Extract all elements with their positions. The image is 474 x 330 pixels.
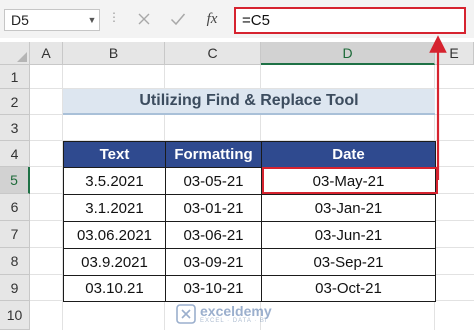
- cell-d9[interactable]: 03-Oct-21: [261, 275, 436, 302]
- table-header-row: Text Formatting Date: [63, 141, 436, 168]
- column-header-e[interactable]: E: [435, 42, 474, 65]
- function-icon: fx: [206, 10, 218, 27]
- cell-b9[interactable]: 03.10.21: [63, 275, 166, 302]
- data-table: Text Formatting Date 3.5.2021 03-05-21 0…: [63, 141, 436, 302]
- row-header-6[interactable]: 6: [0, 194, 30, 221]
- watermark-tagline: EXCEL · DATA · BI: [200, 318, 268, 324]
- table-row: 3.5.2021 03-05-21 03-May-21: [63, 167, 436, 195]
- cell-b5[interactable]: 3.5.2021: [63, 167, 166, 195]
- cell-c5[interactable]: 03-05-21: [165, 167, 262, 195]
- cell-d5[interactable]: 03-May-21: [261, 167, 436, 195]
- cell-c9[interactable]: 03-10-21: [165, 275, 262, 302]
- header-cell-date[interactable]: Date: [261, 141, 436, 168]
- check-icon: [170, 13, 186, 26]
- table-row: 3.1.2021 03-01-21 03-Jan-21: [63, 194, 436, 222]
- row-header-10[interactable]: 10: [0, 301, 30, 330]
- drag-handle-icon[interactable]: ⋮: [108, 10, 120, 24]
- column-header-a[interactable]: A: [30, 42, 63, 65]
- cell-d7[interactable]: 03-Jun-21: [261, 221, 436, 249]
- column-header-b[interactable]: B: [63, 42, 165, 65]
- row-header-2[interactable]: 2: [0, 89, 30, 115]
- cell-c6[interactable]: 03-01-21: [165, 194, 262, 222]
- table-row: 03.9.2021 03-09-21 03-Sep-21: [63, 248, 436, 276]
- watermark-name: exceldemy: [200, 303, 272, 319]
- formula-text: =C5: [242, 12, 270, 29]
- header-cell-text[interactable]: Text: [63, 141, 166, 168]
- row-header-9[interactable]: 9: [0, 275, 30, 301]
- row-header-3[interactable]: 3: [0, 115, 30, 141]
- table-row: 03.10.21 03-10-21 03-Oct-21: [63, 275, 436, 302]
- row-header-4[interactable]: 4: [0, 141, 30, 167]
- enter-button[interactable]: [166, 8, 190, 30]
- cell-d6[interactable]: 03-Jan-21: [261, 194, 436, 222]
- cell-d8[interactable]: 03-Sep-21: [261, 248, 436, 276]
- cell-b7[interactable]: 03.06.2021: [63, 221, 166, 249]
- sheet-title[interactable]: Utilizing Find & Replace Tool: [63, 89, 435, 115]
- row-header-8[interactable]: 8: [0, 248, 30, 275]
- formula-bar: D5 ▼ ⋮ fx =C5: [0, 0, 474, 38]
- watermark-logo: exceldemy EXCEL · DATA · BI: [176, 300, 326, 328]
- cell-c7[interactable]: 03-06-21: [165, 221, 262, 249]
- exceldemy-logo-icon: [176, 304, 196, 324]
- select-all-button[interactable]: [0, 42, 30, 65]
- header-cell-formatting[interactable]: Formatting: [165, 141, 262, 168]
- row-header-1[interactable]: 1: [0, 65, 30, 89]
- chevron-down-icon[interactable]: ▼: [85, 15, 99, 25]
- cell-b8[interactable]: 03.9.2021: [63, 248, 166, 276]
- cancel-button[interactable]: [132, 8, 156, 30]
- close-icon: [138, 13, 150, 25]
- column-header-d[interactable]: D: [261, 42, 435, 65]
- row-header-7[interactable]: 7: [0, 221, 30, 248]
- insert-function-button[interactable]: fx: [200, 8, 224, 30]
- row-header-5[interactable]: 5: [0, 167, 30, 194]
- column-header-c[interactable]: C: [165, 42, 261, 65]
- table-row: 03.06.2021 03-06-21 03-Jun-21: [63, 221, 436, 249]
- name-box[interactable]: D5 ▼: [4, 9, 100, 31]
- cell-c8[interactable]: 03-09-21: [165, 248, 262, 276]
- cell-b6[interactable]: 3.1.2021: [63, 194, 166, 222]
- formula-input[interactable]: =C5: [234, 7, 466, 34]
- name-box-value: D5: [11, 12, 29, 28]
